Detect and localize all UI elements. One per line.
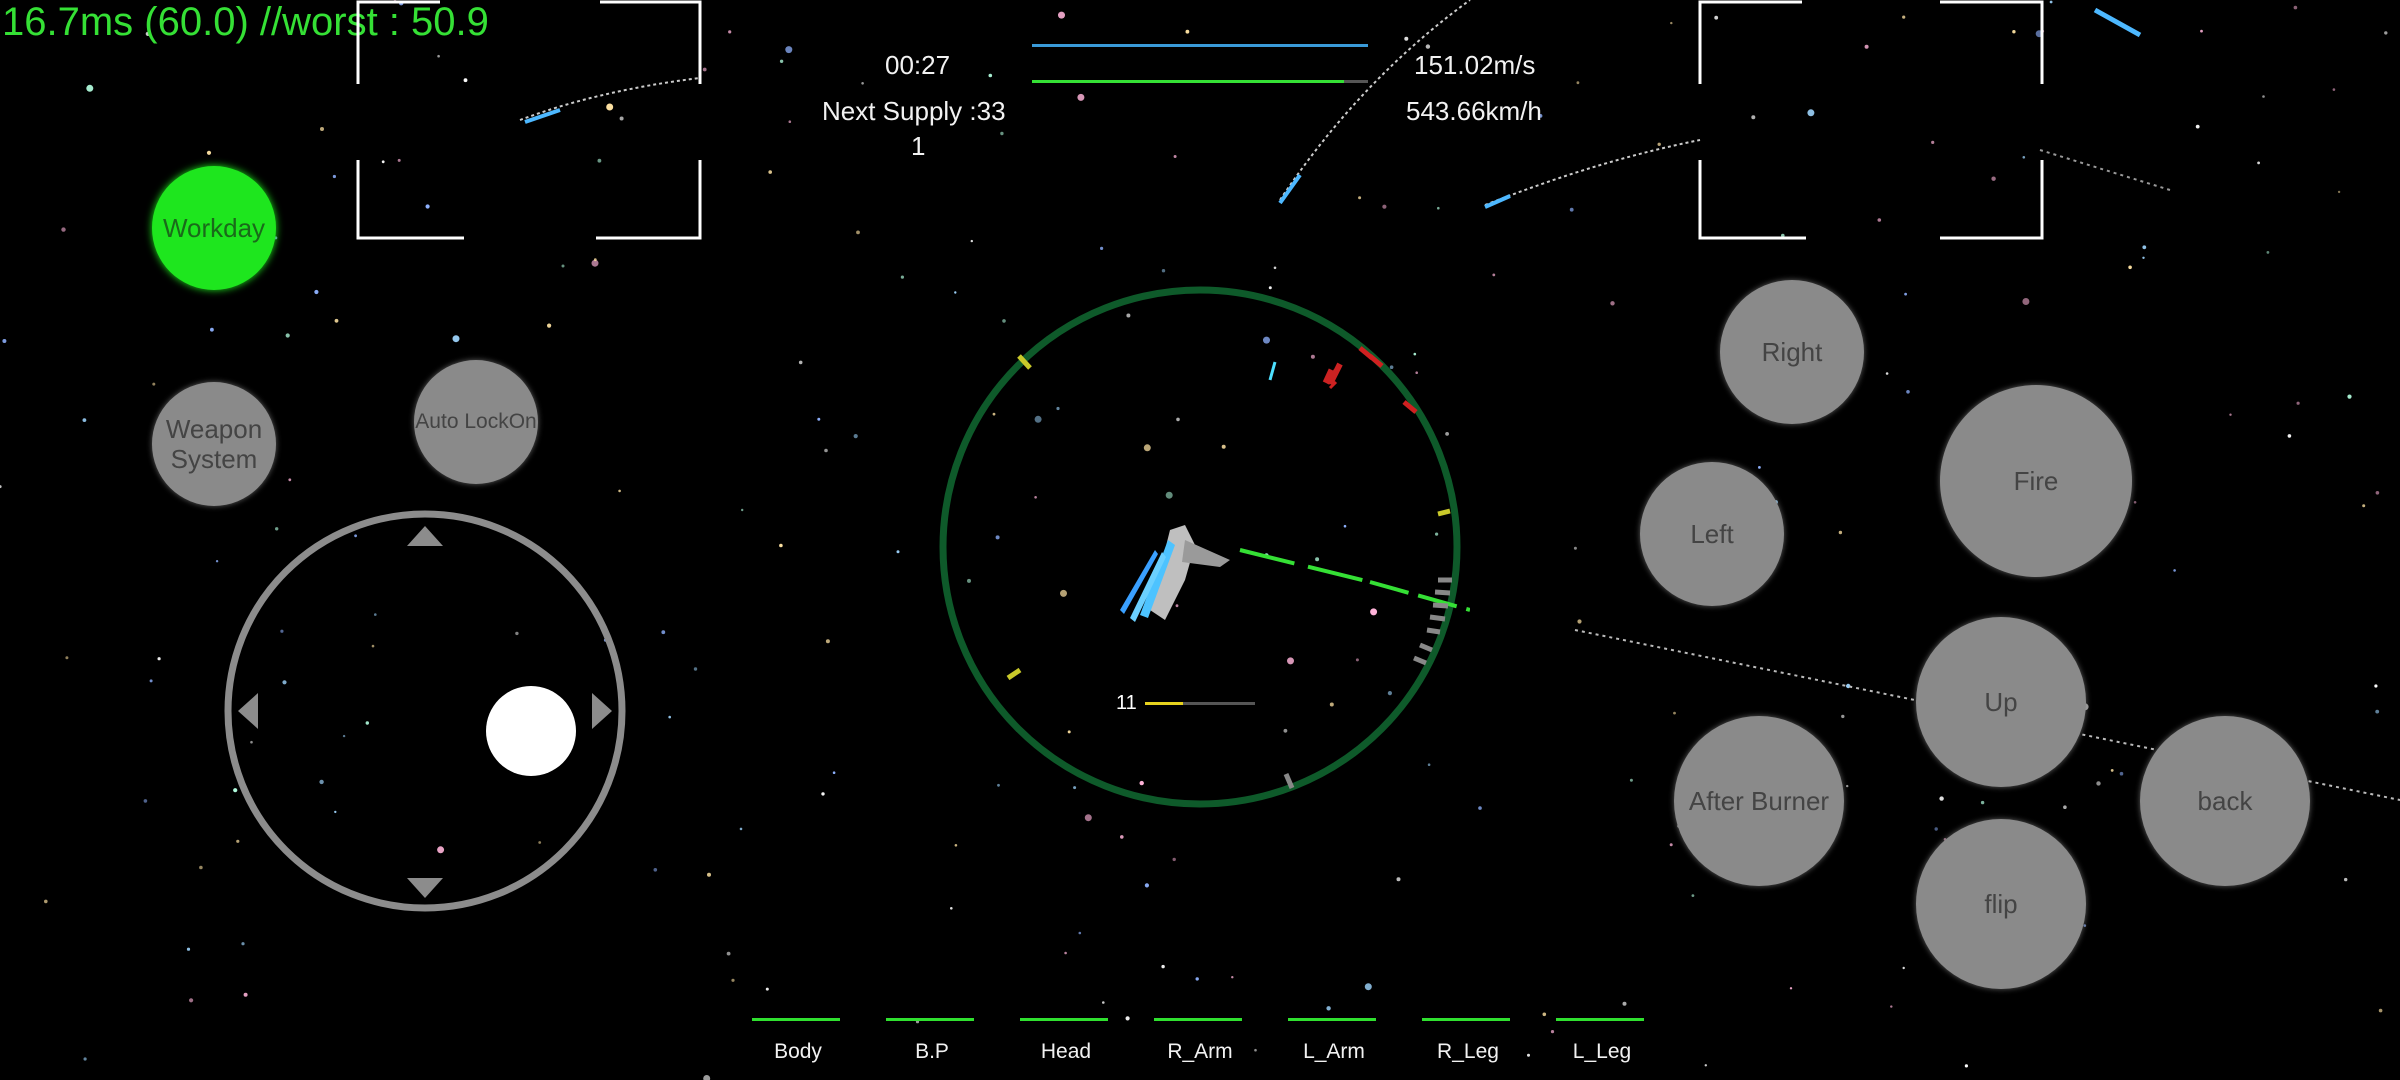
match-timer: 00:27 [885, 50, 951, 80]
next-supply-text: Next Supply :33 [822, 96, 1006, 126]
ammo-bar-empty [1183, 702, 1255, 705]
energy-gauge [1032, 80, 1344, 83]
part-bar-head [1020, 1018, 1108, 1021]
part-label-body: Body [774, 1040, 822, 1063]
boost-gauge [1032, 44, 1368, 47]
weapon-system-button[interactable]: Weapon System [152, 382, 276, 506]
flip-button[interactable]: flip [1916, 819, 2086, 989]
part-label-r-leg: R_Leg [1437, 1040, 1499, 1063]
parts-health-panel: Body B.P Head R_Arm L_Arm R_Leg L_Leg [748, 1016, 1668, 1076]
part-label-head: Head [1040, 1040, 1092, 1063]
joystick-down-arrow-icon [407, 878, 443, 898]
left-button[interactable]: Left [1640, 462, 1784, 606]
part-bar-body [752, 1018, 840, 1021]
auto-lockon-button[interactable]: Auto LockOn [414, 360, 538, 484]
joystick-up-arrow-icon [407, 526, 443, 546]
part-label-bp: B.P [915, 1040, 949, 1063]
ammo-count: 11 [1116, 692, 1137, 714]
up-button[interactable]: Up [1916, 617, 2086, 787]
part-label-l-arm: L_Arm [1303, 1040, 1365, 1063]
energy-gauge-empty [1344, 80, 1368, 83]
virtual-joystick[interactable] [220, 506, 630, 916]
targeting-radar [939, 286, 1470, 808]
joystick-thumb [486, 686, 576, 776]
back-button[interactable]: back [2140, 716, 2310, 886]
part-label-l-leg: L_Leg [1572, 1040, 1632, 1063]
speed-meters-per-second: 151.02m/s [1414, 50, 1536, 80]
ammo-bar-fill [1145, 702, 1183, 705]
mech-ship-icon [1120, 525, 1230, 622]
fire-button[interactable]: Fire [1940, 385, 2132, 577]
rear-camera-frame [356, 0, 702, 240]
joystick-left-arrow-icon [238, 693, 258, 729]
target-camera-frame [1698, 0, 2044, 240]
part-bar-l-leg [1556, 1018, 1644, 1021]
right-button[interactable]: Right [1720, 280, 1864, 424]
part-label-r-arm: R_Arm [1167, 1040, 1233, 1063]
speed-kilometers-per-hour: 543.66km/h [1406, 96, 1542, 126]
part-bar-l-arm [1288, 1018, 1376, 1021]
part-bar-r-leg [1422, 1018, 1510, 1021]
after-burner-button[interactable]: After Burner [1674, 716, 1844, 886]
part-bar-bp [886, 1018, 974, 1021]
supply-count: 1 [911, 131, 926, 161]
workday-button[interactable]: Workday [152, 166, 276, 290]
part-bar-r-arm [1154, 1018, 1242, 1021]
joystick-right-arrow-icon [592, 693, 612, 729]
